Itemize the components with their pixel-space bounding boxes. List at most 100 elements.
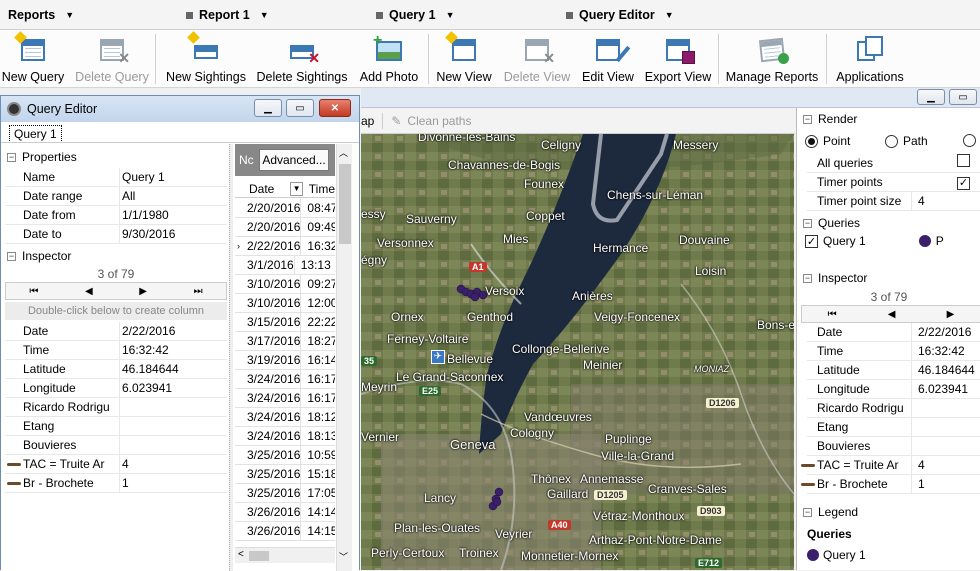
query-color-swatch[interactable] bbox=[918, 235, 931, 247]
minimize-button[interactable]: ▁ bbox=[254, 99, 282, 117]
table-row[interactable]: 3/24/2016 18:12 bbox=[235, 407, 335, 427]
inspector-value[interactable] bbox=[119, 435, 227, 455]
chevron-down-icon[interactable]: ▼ bbox=[65, 10, 74, 20]
chevron-down-icon[interactable]: ▼ bbox=[290, 181, 303, 196]
table-row[interactable]: 3/24/2016 18:13 bbox=[235, 426, 335, 446]
properties-section-header[interactable]: − Properties bbox=[7, 150, 77, 164]
create-column-hint[interactable]: Double-click below to create column bbox=[5, 302, 227, 320]
table-row[interactable]: 3/26/2016 14:15 bbox=[235, 521, 335, 541]
time-column-header[interactable]: Time bbox=[303, 182, 335, 196]
render-other-radio[interactable] bbox=[963, 134, 976, 150]
inspector-value[interactable]: 6.023941 bbox=[911, 379, 980, 399]
clean-paths-button[interactable]: Clean paths bbox=[407, 114, 471, 128]
tab-reports[interactable]: Reports ▼ bbox=[8, 0, 74, 30]
date-column-header[interactable]: Date bbox=[235, 182, 290, 196]
scrollbar-thumb[interactable] bbox=[249, 551, 269, 561]
timer-points-checkbox[interactable]: ✓ bbox=[957, 176, 970, 190]
inspector-value[interactable]: 46.184644 bbox=[119, 359, 227, 379]
delete-view-button[interactable]: ✕ Delete View bbox=[503, 32, 571, 86]
table-row[interactable]: 2/20/2016 08:47 bbox=[235, 198, 335, 218]
inspector-value[interactable]: 4 bbox=[119, 454, 227, 474]
add-photo-button[interactable]: + Add Photo bbox=[358, 32, 420, 86]
splitter[interactable] bbox=[229, 144, 233, 571]
table-row[interactable]: 3/24/2016 16:17 bbox=[235, 388, 335, 408]
chevron-down-icon[interactable]: ▼ bbox=[665, 10, 674, 20]
query-editor-titlebar[interactable]: Query Editor ▁ ▭ ✕ bbox=[1, 96, 359, 122]
chevron-down-icon[interactable]: ▼ bbox=[260, 10, 269, 20]
inspector-row[interactable]: Latitude 46.184644 bbox=[807, 360, 980, 380]
render-point-radio[interactable]: Point bbox=[805, 134, 850, 148]
delete-query-button[interactable]: ✕ Delete Query bbox=[75, 32, 149, 86]
table-row[interactable]: 3/26/2016 14:14 bbox=[235, 502, 335, 522]
new-view-button[interactable]: New View bbox=[436, 31, 492, 86]
inspector-row[interactable]: TAC = Truite Ar 4 bbox=[5, 454, 227, 474]
next-record-icon[interactable]: ▶ bbox=[947, 309, 955, 320]
scroll-up-icon[interactable]: ︿ bbox=[339, 146, 348, 159]
restore-button[interactable]: ▭ bbox=[286, 99, 314, 117]
inspector-row[interactable]: TAC = Truite Ar 4 bbox=[801, 455, 980, 475]
scrollbar-thumb[interactable] bbox=[339, 164, 351, 244]
inspector-row[interactable]: Date 2/22/2016 bbox=[5, 321, 227, 341]
table-row[interactable]: 2/20/2016 09:49 bbox=[235, 217, 335, 237]
table-row[interactable]: 3/25/2016 17:05 bbox=[235, 483, 335, 503]
inspector-row[interactable]: Bouvieres bbox=[807, 436, 980, 456]
property-row[interactable]: Date from 1/1/1980 bbox=[5, 205, 227, 225]
render-path-radio[interactable]: Path bbox=[885, 134, 928, 148]
inspector-row[interactable]: Time 16:32:42 bbox=[807, 341, 980, 361]
map-tab-label[interactable]: ap bbox=[361, 114, 374, 128]
table-row[interactable]: 3/19/2016 16:14 bbox=[235, 350, 335, 370]
inspector-value[interactable]: 6.023941 bbox=[119, 378, 227, 398]
inspector-row[interactable]: Ricardo Rodrigu bbox=[5, 397, 227, 417]
render-section-header[interactable]: − Render bbox=[803, 112, 857, 126]
scroll-down-icon[interactable]: ﹀ bbox=[339, 550, 348, 563]
property-value[interactable]: Query 1 bbox=[119, 167, 227, 187]
previous-record-icon[interactable]: ◀ bbox=[85, 286, 93, 297]
delete-sightings-button[interactable]: ✕ Delete Sightings bbox=[256, 32, 348, 86]
inspector-value[interactable]: 1 bbox=[911, 474, 980, 494]
table-row[interactable]: 3/25/2016 10:59 bbox=[235, 445, 335, 465]
table-row[interactable]: › 2/22/2016 16:32 bbox=[235, 236, 335, 256]
restore-button[interactable]: ▭ bbox=[949, 89, 977, 105]
first-record-icon[interactable]: ⏮ bbox=[828, 309, 837, 320]
vertical-scrollbar[interactable]: ︿ ﹀ bbox=[336, 144, 352, 571]
table-row[interactable]: 3/10/2016 12:00 bbox=[235, 293, 335, 313]
timer-point-size-row[interactable]: Timer point size 4 bbox=[807, 191, 980, 211]
inspector-row[interactable]: Longitude 6.023941 bbox=[807, 379, 980, 399]
inspector-value[interactable]: 2/22/2016 bbox=[911, 322, 980, 342]
next-record-icon[interactable]: ▶ bbox=[139, 286, 147, 297]
inspector-row[interactable]: Br - Brochete 1 bbox=[801, 474, 980, 494]
edit-view-button[interactable]: Edit View bbox=[580, 32, 636, 86]
inspector-value[interactable]: 4 bbox=[911, 455, 980, 475]
tab-query-1[interactable]: Query 1 ▼ bbox=[376, 0, 454, 30]
horizontal-scrollbar[interactable]: < bbox=[235, 547, 335, 563]
inspector-value[interactable]: 1 bbox=[119, 473, 227, 493]
inspector-section-header[interactable]: − Inspector bbox=[7, 249, 71, 263]
inspector-row[interactable]: Longitude 6.023941 bbox=[5, 378, 227, 398]
table-row[interactable]: 3/17/2016 18:27 bbox=[235, 331, 335, 351]
inspector-value[interactable] bbox=[119, 416, 227, 436]
inspector-row[interactable]: Etang bbox=[807, 417, 980, 437]
all-queries-row[interactable]: All queries bbox=[807, 153, 980, 173]
property-value[interactable]: 1/1/1980 bbox=[119, 205, 227, 225]
manage-reports-button[interactable]: Manage Reports bbox=[726, 32, 818, 86]
inspector-row[interactable]: Date 2/22/2016 bbox=[807, 322, 980, 342]
timer-points-row[interactable]: Timer points ✓ bbox=[807, 173, 980, 192]
tab-report-1[interactable]: Report 1 ▼ bbox=[186, 0, 269, 30]
table-row[interactable]: 3/25/2016 15:18 bbox=[235, 464, 335, 484]
property-value[interactable]: 9/30/2016 bbox=[119, 224, 227, 244]
table-row[interactable]: 3/10/2016 09:27 bbox=[235, 274, 335, 294]
inspector-row[interactable]: Etang bbox=[5, 416, 227, 436]
table-row[interactable]: 3/15/2016 22:22 bbox=[235, 312, 335, 332]
query-checkbox[interactable]: ✓ bbox=[805, 234, 818, 248]
property-value[interactable]: All bbox=[119, 186, 227, 206]
inspector-value[interactable] bbox=[911, 417, 980, 437]
query-list-item[interactable]: ✓ Query 1 P bbox=[805, 234, 980, 248]
inspector-row[interactable]: Bouvieres bbox=[5, 435, 227, 455]
tab-query-editor[interactable]: Query Editor ▼ bbox=[566, 0, 674, 30]
close-button[interactable]: ✕ bbox=[319, 99, 351, 117]
new-query-button[interactable]: New Query bbox=[2, 31, 64, 86]
tab-query-1[interactable]: Query 1 bbox=[9, 125, 62, 143]
satellite-map[interactable]: Divonne-les-Bains Celigny Messery Chavan… bbox=[361, 134, 794, 570]
chevron-down-icon[interactable]: ▼ bbox=[446, 10, 455, 20]
table-row[interactable]: 3/1/2016 13:13 bbox=[235, 255, 335, 275]
